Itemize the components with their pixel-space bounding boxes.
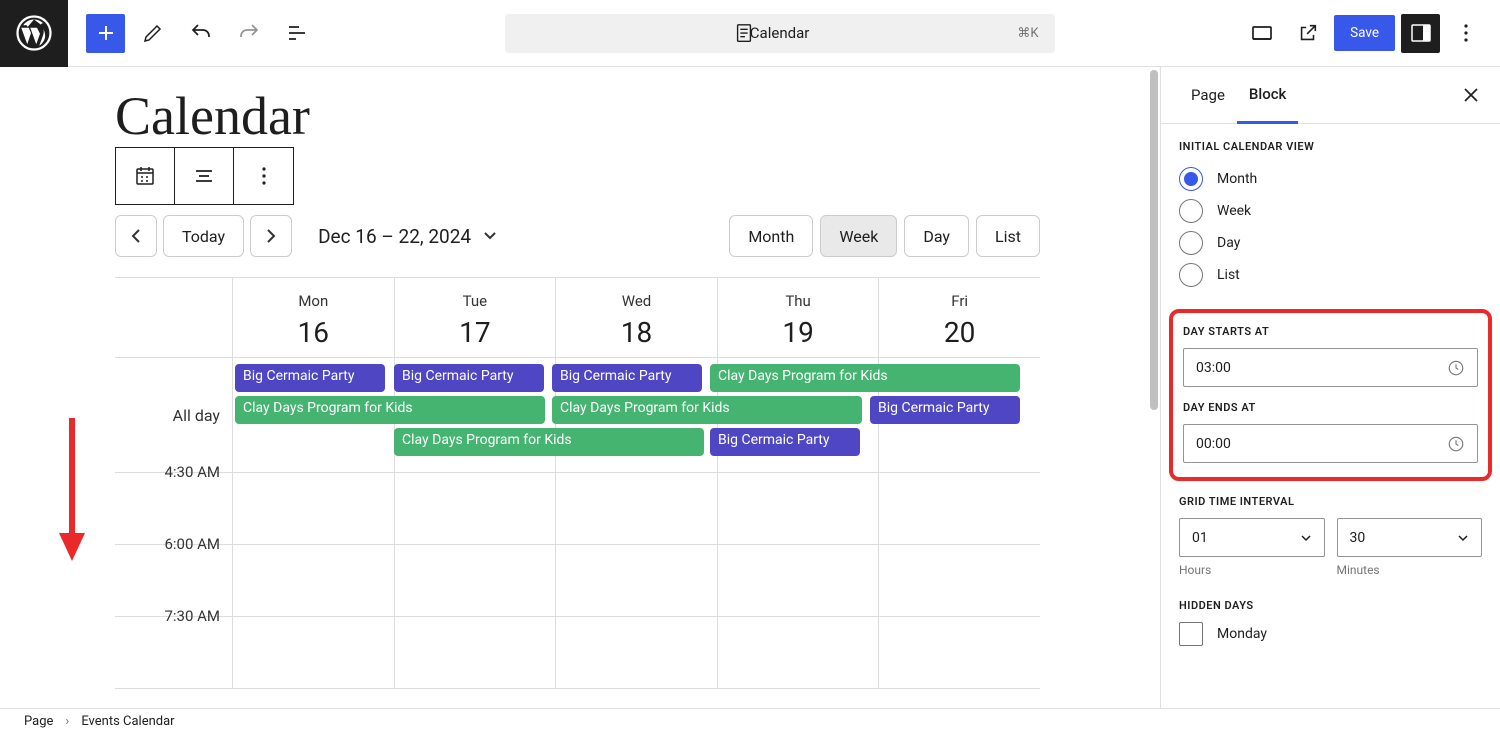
- tab-page[interactable]: Page: [1179, 68, 1237, 122]
- view-month-tab[interactable]: Month: [729, 215, 813, 257]
- today-button[interactable]: Today: [163, 215, 244, 257]
- breadcrumb-events-calendar[interactable]: Events Calendar: [81, 714, 174, 729]
- annotation-arrow: [52, 413, 92, 563]
- event-item[interactable]: Big Cermaic Party: [870, 396, 1020, 424]
- all-day-label: All day: [115, 358, 232, 472]
- view-list-tab[interactable]: List: [976, 215, 1040, 257]
- time-label: 6:00 AM: [115, 535, 232, 606]
- day-ends-label: DAY ENDS AT: [1183, 401, 1478, 414]
- radio-list[interactable]: List: [1179, 259, 1482, 291]
- align-button[interactable]: [175, 148, 234, 204]
- block-options-button[interactable]: [234, 148, 293, 204]
- chevron-down-icon: [483, 231, 497, 241]
- add-block-button[interactable]: [86, 14, 125, 53]
- day-ends-input[interactable]: 00:00: [1183, 424, 1478, 463]
- day-header: Thu19: [717, 278, 879, 357]
- day-header: Wed18: [555, 278, 717, 357]
- view-day-tab[interactable]: Day: [904, 215, 969, 257]
- settings-sidebar-toggle[interactable]: [1401, 14, 1440, 53]
- event-item[interactable]: Big Cermaic Party: [552, 364, 702, 392]
- interval-minutes-select[interactable]: 30: [1337, 518, 1483, 557]
- scrollbar-thumb[interactable]: [1150, 70, 1158, 410]
- day-starts-input[interactable]: 03:00: [1183, 348, 1478, 387]
- day-header: Mon16: [232, 278, 394, 357]
- save-button[interactable]: Save: [1334, 15, 1395, 51]
- breadcrumb-footer: Page › Events Calendar: [0, 708, 1500, 733]
- chevron-down-icon: [1300, 534, 1312, 542]
- section-initial-view-label: INITIAL CALENDAR VIEW: [1179, 140, 1482, 153]
- day-starts-label: DAY STARTS AT: [1183, 325, 1478, 338]
- clock-icon: [1447, 435, 1465, 453]
- radio-day[interactable]: Day: [1179, 227, 1482, 259]
- document-overview-button[interactable]: [277, 13, 317, 53]
- block-toolbar: [115, 147, 294, 205]
- close-sidebar-button[interactable]: [1452, 76, 1490, 114]
- date-range[interactable]: Dec 16 – 22, 2024: [318, 225, 497, 248]
- event-item[interactable]: Big Cermaic Party: [394, 364, 544, 392]
- undo-button[interactable]: [181, 13, 221, 53]
- hidden-day-monday-checkbox[interactable]: Monday: [1179, 622, 1482, 646]
- page-icon: [733, 22, 755, 44]
- interval-hours-select[interactable]: 01: [1179, 518, 1325, 557]
- event-item[interactable]: Clay Days Program for Kids: [235, 396, 545, 424]
- event-item[interactable]: Clay Days Program for Kids: [552, 396, 862, 424]
- prev-button[interactable]: [115, 215, 157, 257]
- event-item[interactable]: Big Cermaic Party: [235, 364, 385, 392]
- page-title[interactable]: Calendar: [115, 85, 1040, 147]
- radio-month[interactable]: Month: [1179, 163, 1482, 195]
- event-item[interactable]: Big Cermaic Party: [710, 428, 860, 456]
- calendar-controls: Today Dec 16 – 22, 2024 Month Week Day L…: [115, 215, 1040, 257]
- grid-interval-label: GRID TIME INTERVAL: [1179, 495, 1482, 508]
- event-item[interactable]: Clay Days Program for Kids: [394, 428, 704, 456]
- document-title-bar[interactable]: Calendar ⌘K: [505, 14, 1055, 53]
- initial-view-radio-group: Month Week Day List: [1179, 163, 1482, 291]
- edit-icon[interactable]: [133, 13, 173, 53]
- hours-sublabel: Hours: [1179, 563, 1325, 577]
- breadcrumb-separator: ›: [65, 714, 69, 729]
- external-link-icon[interactable]: [1288, 13, 1328, 53]
- breadcrumb-page[interactable]: Page: [24, 714, 53, 729]
- keyboard-hint: ⌘K: [1017, 26, 1038, 41]
- clock-icon: [1447, 359, 1465, 377]
- redo-button[interactable]: [229, 13, 269, 53]
- highlighted-settings-box: DAY STARTS AT 03:00 DAY ENDS AT 00:00: [1169, 309, 1492, 481]
- tab-block[interactable]: Block: [1237, 67, 1298, 124]
- editor-canvas: Calendar Today: [0, 67, 1160, 708]
- view-week-tab[interactable]: Week: [820, 215, 897, 257]
- event-item[interactable]: Clay Days Program for Kids: [710, 364, 1020, 392]
- view-button[interactable]: [1242, 13, 1282, 53]
- more-options-button[interactable]: [1446, 13, 1486, 53]
- block-icon-calendar[interactable]: [116, 148, 175, 204]
- day-header: Tue17: [394, 278, 556, 357]
- calendar-grid: Mon16 Tue17 Wed18 Thu19 Fri20 All day Bi…: [115, 277, 1040, 689]
- top-toolbar: Calendar ⌘K Save: [0, 0, 1500, 67]
- radio-week[interactable]: Week: [1179, 195, 1482, 227]
- wordpress-logo[interactable]: [0, 0, 68, 67]
- minutes-sublabel: Minutes: [1337, 563, 1483, 577]
- time-label: 4:30 AM: [115, 463, 232, 534]
- chevron-down-icon: [1457, 534, 1469, 542]
- settings-sidebar: Page Block INITIAL CALENDAR VIEW Month W…: [1160, 67, 1500, 708]
- next-button[interactable]: [250, 215, 292, 257]
- document-title: Calendar: [750, 24, 810, 42]
- time-label: 7:30 AM: [115, 607, 232, 678]
- day-header: Fri20: [878, 278, 1040, 357]
- hidden-days-label: HIDDEN DAYS: [1179, 599, 1482, 612]
